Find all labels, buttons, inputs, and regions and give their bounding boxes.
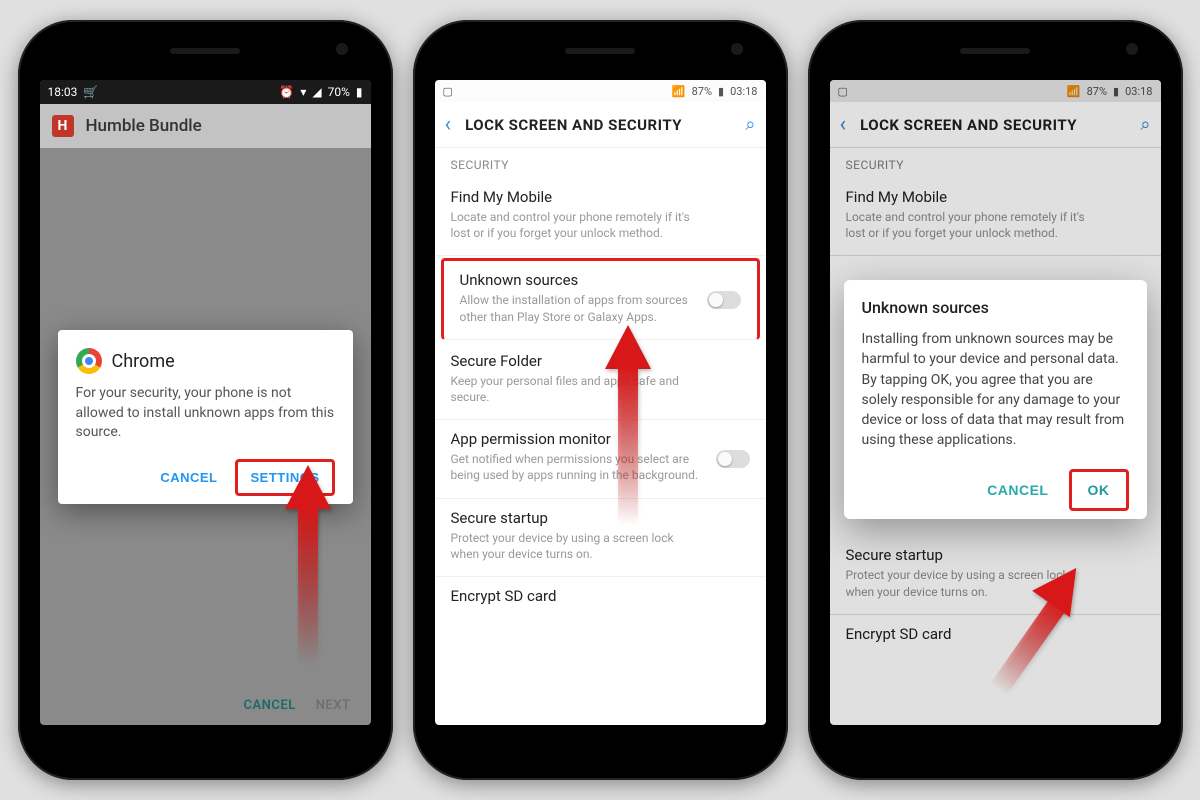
highlight-ok: OK (1069, 469, 1129, 511)
dialog-title: Chrome (112, 351, 175, 372)
phone-frame-3: ▢ 📶 87% ▮ 03:18 ‹ LOCK SCREEN AND SECURI… (808, 20, 1183, 780)
ok-button[interactable]: OK (1076, 474, 1122, 506)
status-bar: 18:03 🛒 ⏰ ▾ ◢ 70% ▮ (40, 80, 371, 104)
cancel-button[interactable]: CANCEL (150, 459, 227, 496)
bottom-next-button: NEXT (316, 698, 351, 713)
screen-2: ▢ 📶 87% ▮ 03:18 ‹ LOCK SCREEN AND SECURI… (435, 80, 766, 725)
clock: 18:03 (48, 85, 78, 99)
phone-frame-1: 18:03 🛒 ⏰ ▾ ◢ 70% ▮ H Humble Bundle Chro… (18, 20, 393, 780)
phone-frame-2: ▢ 📶 87% ▮ 03:18 ‹ LOCK SCREEN AND SECURI… (413, 20, 788, 780)
setting-secure-startup[interactable]: Secure startup Protect your device by us… (435, 499, 766, 577)
battery-icon: ▮ (718, 85, 724, 98)
bottom-actions: CANCEL NEXT (244, 698, 351, 713)
setting-secure-folder[interactable]: Secure Folder Keep your personal files a… (435, 342, 766, 420)
bottom-cancel-button[interactable]: CANCEL (244, 698, 296, 713)
clock: 03:18 (730, 85, 757, 98)
settings-button[interactable]: SETTINGS (240, 462, 329, 493)
back-button[interactable]: ‹ (445, 112, 452, 137)
setting-encrypt-sd[interactable]: Encrypt SD card (435, 577, 766, 622)
page-title: LOCK SCREEN AND SECURITY (465, 116, 731, 134)
signal-icon: 📶 (672, 85, 686, 98)
unknown-sources-toggle[interactable] (707, 291, 741, 309)
highlight-settings: SETTINGS (235, 459, 334, 496)
cancel-button[interactable]: CANCEL (975, 469, 1060, 511)
battery-label: 70% (328, 85, 350, 99)
battery-label: 87% (692, 85, 712, 98)
app-bar: H Humble Bundle (40, 104, 371, 148)
screen-1: 18:03 🛒 ⏰ ▾ ◢ 70% ▮ H Humble Bundle Chro… (40, 80, 371, 725)
app-title: Humble Bundle (86, 116, 202, 136)
setting-find-my-mobile[interactable]: Find My Mobile Locate and control your p… (435, 178, 766, 256)
section-header: SECURITY (435, 148, 766, 178)
status-bar: ▢ 📶 87% ▮ 03:18 (435, 80, 766, 102)
humble-bundle-icon: H (52, 115, 74, 137)
search-icon[interactable]: ⌕ (745, 114, 755, 135)
signal-icon: ◢ (312, 85, 321, 99)
app-permission-toggle[interactable] (716, 450, 750, 468)
dialog-body: For your security, your phone is not all… (76, 384, 335, 443)
chrome-icon (76, 348, 102, 374)
unknown-sources-dialog: Unknown sources Installing from unknown … (844, 280, 1147, 519)
battery-icon: ▮ (356, 85, 363, 99)
cart-icon: 🛒 (83, 85, 98, 99)
setting-app-permission-monitor[interactable]: App permission monitor Get notified when… (435, 420, 766, 498)
setting-unknown-sources[interactable]: Unknown sources Allow the installation o… (441, 258, 760, 339)
screen-3: ▢ 📶 87% ▮ 03:18 ‹ LOCK SCREEN AND SECURI… (830, 80, 1161, 725)
alarm-icon: ⏰ (279, 85, 294, 99)
wifi-icon: ▾ (300, 85, 306, 99)
install-blocked-dialog: Chrome For your security, your phone is … (58, 330, 353, 504)
dialog-title: Unknown sources (862, 298, 1129, 317)
dialog-body: Installing from unknown sources may be h… (862, 329, 1129, 451)
screenshot-icon: ▢ (443, 85, 453, 98)
title-bar: ‹ LOCK SCREEN AND SECURITY ⌕ (435, 102, 766, 148)
